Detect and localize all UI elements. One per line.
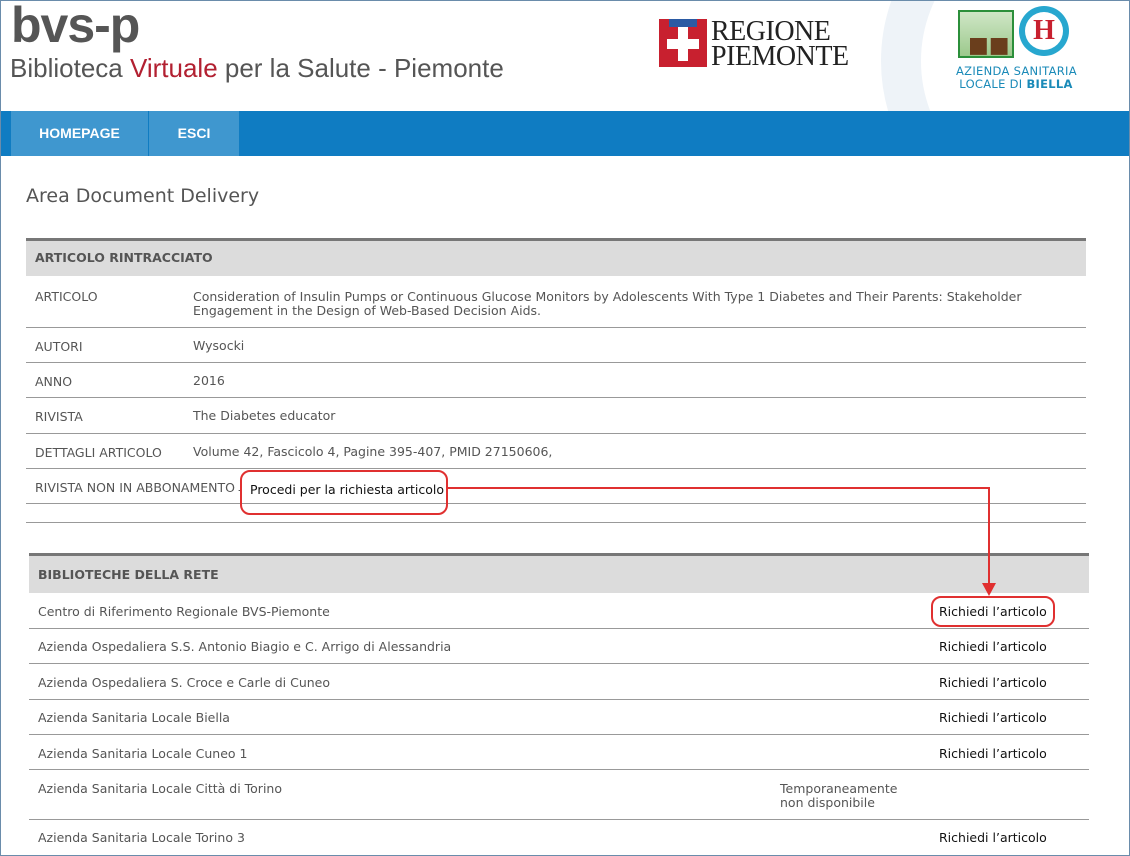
browser-frame: bvs-p Biblioteca Virtuale per la Salute … [0, 0, 1130, 856]
page-title: Area Document Delivery [26, 185, 260, 207]
article-row-value: Wysocki [193, 338, 245, 353]
library-name: Azienda Sanitaria Locale Città di Torino [38, 781, 282, 796]
annotation-arrow-head-icon [982, 583, 996, 596]
article-row: AUTORI Wysocki [26, 328, 1086, 363]
site-header: bvs-p Biblioteca Virtuale per la Salute … [1, 1, 1129, 111]
library-row: Azienda Sanitaria Locale Cuneo 1 Richied… [29, 735, 1089, 770]
article-row-value: Volume 42, Fascicolo 4, Pagine 395-407, … [193, 444, 553, 459]
tagline-accent: Virtuale [129, 53, 218, 83]
library-name: Azienda Sanitaria Locale Biella [38, 710, 230, 725]
hospital-badge-icon: H [1019, 6, 1069, 56]
asl-label-line2: LOCALE DI BIELLA [956, 77, 1076, 91]
piemonte-label: PIEMONTE [711, 41, 849, 72]
article-row: ANNO 2016 [26, 363, 1086, 398]
article-row: RIVISTA The Diabetes educator [26, 398, 1086, 434]
library-status-line2: non disponibile [780, 795, 875, 810]
article-row-key: RIVISTA [35, 409, 83, 424]
library-name: Azienda Sanitaria Locale Torino 3 [38, 830, 245, 845]
article-row-value: Consideration of Insulin Pumps or Contin… [193, 289, 1022, 318]
richiedi-articolo-link[interactable]: Richiedi l’articolo [939, 746, 1047, 761]
site-tagline: Biblioteca Virtuale per la Salute - Piem… [10, 53, 504, 84]
article-row-key: AUTORI [35, 339, 83, 354]
asl-label-city: BIELLA [1026, 77, 1073, 91]
articolo-section-header: ARTICOLO RINTRACCIATO [26, 238, 1086, 276]
annotation-highlight-procedi [240, 470, 448, 515]
library-name: Azienda Ospedaliera S.S. Antonio Biagio … [38, 639, 452, 654]
mountain-bear-icon: ■■ [958, 10, 1014, 58]
library-name: Azienda Sanitaria Locale Cuneo 1 [38, 746, 248, 761]
tagline-part-2: per la Salute - Piemonte [217, 53, 504, 83]
article-row: ARTICOLO Consideration of Insulin Pumps … [26, 276, 1086, 328]
library-name: Centro di Riferimento Regionale BVS-Piem… [38, 604, 330, 619]
asl-biella-logo: ■■ H AZIENDA SANITARIA LOCALE DI BIELLA [956, 6, 1077, 91]
article-row-key: DETTAGLI ARTICOLO [35, 445, 162, 460]
richiedi-articolo-link[interactable]: Richiedi l’articolo [939, 639, 1047, 654]
library-status: Temporaneamente non disponibile [780, 782, 930, 810]
library-row: Azienda Ospedaliera S.S. Antonio Biagio … [29, 629, 1089, 664]
library-status-line1: Temporaneamente [780, 781, 898, 796]
article-row-key: RIVISTA NON IN ABBONAMENTO [35, 480, 235, 495]
tagline-part-1: Biblioteca [10, 53, 130, 83]
library-row: Centro di Riferimento Regionale BVS-Piem… [29, 593, 1089, 629]
richiedi-articolo-link[interactable]: Richiedi l’articolo [939, 830, 1047, 845]
library-name: Azienda Ospedaliera S. Croce e Carle di … [38, 675, 331, 690]
library-row: Azienda Ospedaliera S. Croce e Carle di … [29, 664, 1089, 700]
regione-piemonte-logo: REGIONE PIEMONTE [659, 18, 849, 71]
article-row-key: ARTICOLO [35, 289, 98, 304]
library-row: Azienda Sanitaria Locale Torino 3 Richie… [29, 820, 1089, 855]
nav-esci[interactable]: ESCI [149, 111, 239, 156]
article-row: DETTAGLI ARTICOLO Volume 42, Fascicolo 4… [26, 434, 1086, 469]
piemonte-flag-icon [659, 19, 707, 67]
article-row-value: 2016 [193, 373, 225, 388]
richiedi-articolo-link[interactable]: Richiedi l’articolo [939, 710, 1047, 725]
annotation-arrow-line [988, 487, 990, 584]
nav-homepage[interactable]: HOMEPAGE [11, 111, 148, 156]
main-nav: HOMEPAGE ESCI [1, 111, 1129, 156]
richiedi-articolo-link[interactable]: Richiedi l’articolo [939, 675, 1047, 690]
hospital-badge-letter: H [1025, 12, 1063, 50]
annotation-highlight-richiedi [931, 596, 1055, 627]
article-row-spacer [26, 504, 1086, 523]
article-row-value: The Diabetes educator [193, 408, 336, 423]
library-row: Azienda Sanitaria Locale Biella Richiedi… [29, 700, 1089, 735]
biblioteche-section-header: BIBLIOTECHE DELLA RETE [29, 553, 1089, 593]
site-logo[interactable]: bvs-p [11, 1, 140, 55]
article-row-key: ANNO [35, 374, 73, 389]
asl-label-line1: AZIENDA SANITARIA [956, 64, 1077, 78]
library-row: Azienda Sanitaria Locale Città di Torino… [29, 770, 1089, 820]
annotation-arrow-line [447, 487, 990, 489]
asl-label-prefix: LOCALE DI [959, 77, 1027, 91]
